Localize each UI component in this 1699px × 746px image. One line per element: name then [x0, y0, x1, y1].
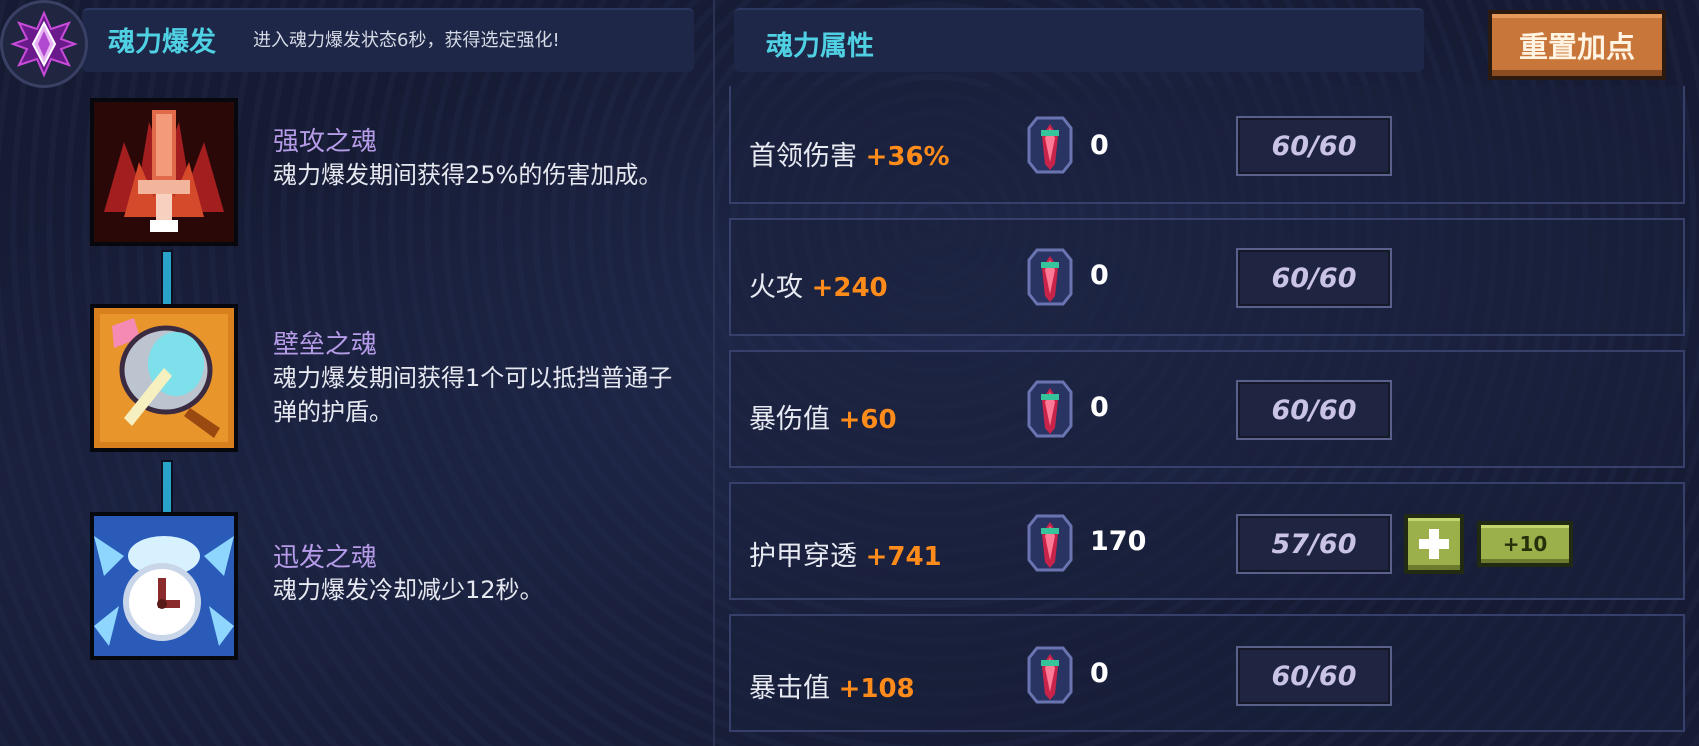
flame-sword-icon	[94, 102, 234, 242]
add-ten-points-button[interactable]: +10	[1477, 521, 1573, 567]
attributes-title: 魂力属性	[766, 31, 874, 62]
attribute-row-boss-damage: 首领伤害 +36% 0 60/60	[729, 86, 1685, 204]
attribute-row-crit-rate: 暴击值 +108 0 60/60	[729, 614, 1685, 732]
gem-count: 0	[1090, 130, 1109, 161]
attribute-name: 首领伤害	[749, 141, 857, 172]
burst-title: 魂力爆发	[108, 27, 216, 58]
gem-count: 0	[1090, 260, 1109, 291]
skill-title: 迅发之魂	[273, 543, 378, 573]
soul-gem-icon	[1027, 514, 1073, 572]
burst-description: 进入魂力爆发状态6秒，获得选定强化!	[253, 30, 560, 51]
gem-count: 0	[1090, 392, 1109, 423]
attribute-row-armor-penetration: 护甲穿透 +741 170 57/60 +10	[729, 482, 1685, 600]
attribute-bonus: +741	[865, 542, 942, 572]
reset-points-button[interactable]: 重置加点	[1488, 10, 1666, 80]
clock-icon	[94, 516, 234, 656]
level-display: 57/60	[1236, 514, 1392, 574]
skill-icon-bastion-soul[interactable]	[90, 304, 238, 452]
attribute-name: 火攻	[749, 272, 803, 303]
soul-gem-icon	[1027, 380, 1073, 438]
skill-title: 强攻之魂	[273, 127, 378, 157]
level-display: 60/60	[1236, 116, 1392, 176]
panel-divider	[713, 0, 715, 746]
attribute-bonus: +60	[838, 405, 897, 435]
plus-icon	[1419, 529, 1449, 559]
attribute-name: 暴击值	[749, 673, 830, 704]
shield-icon	[94, 308, 234, 448]
skill-icon-swift-soul[interactable]	[90, 512, 238, 660]
soul-gem-icon	[1027, 116, 1073, 174]
attribute-row-crit-damage: 暴伤值 +60 0 60/60	[729, 350, 1685, 468]
skill-title: 壁垒之魂	[273, 330, 378, 360]
skill-icon-power-soul[interactable]	[90, 98, 238, 246]
level-display: 60/60	[1236, 248, 1392, 308]
attribute-name: 护甲穿透	[749, 541, 857, 572]
attribute-name: 暴伤值	[749, 404, 830, 435]
attribute-row-fire-attack: 火攻 +240 0 60/60	[729, 218, 1685, 336]
level-display: 60/60	[1236, 646, 1392, 706]
attribute-bonus: +36%	[865, 142, 950, 172]
soul-burst-emblem-icon	[0, 0, 88, 88]
gem-count: 0	[1090, 658, 1109, 689]
skill-description: 魂力爆发期间获得1个可以抵挡普通子弹的护盾。	[273, 364, 673, 426]
skill-connector	[163, 252, 171, 310]
gem-count: 170	[1090, 526, 1147, 557]
soul-gem-icon	[1027, 646, 1073, 704]
level-display: 60/60	[1236, 380, 1392, 440]
soul-gem-icon	[1027, 248, 1073, 306]
add-point-button[interactable]	[1404, 514, 1464, 574]
attribute-bonus: +240	[811, 273, 888, 303]
attribute-bonus: +108	[838, 674, 915, 704]
skill-description: 魂力爆发冷却减少12秒。	[273, 576, 544, 604]
skill-description: 魂力爆发期间获得25%的伤害加成。	[273, 161, 663, 189]
